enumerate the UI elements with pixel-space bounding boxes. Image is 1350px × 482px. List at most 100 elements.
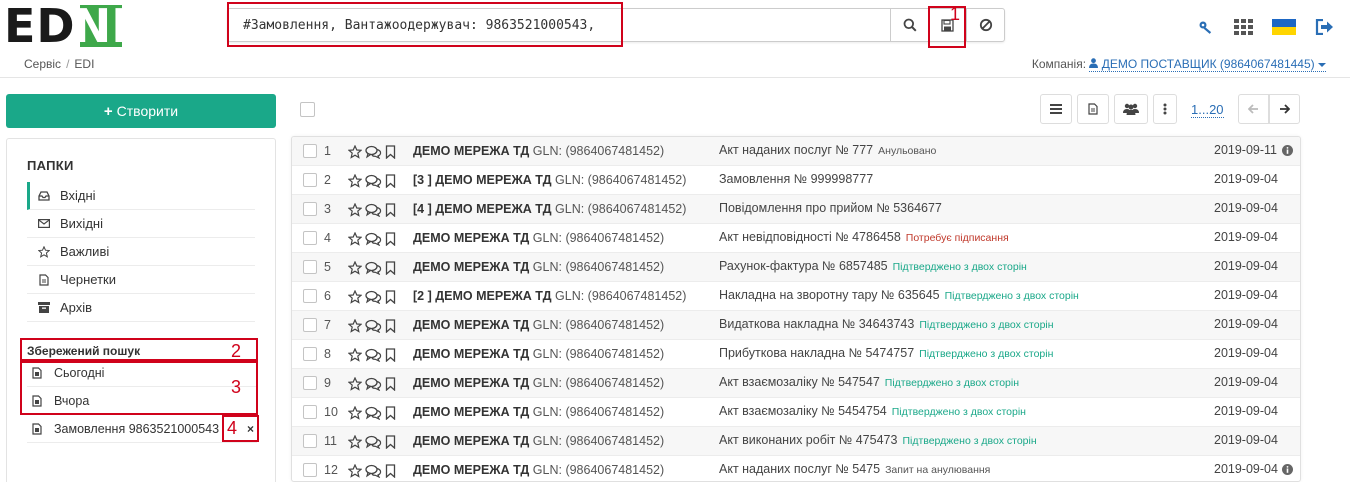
comments-icon[interactable] <box>365 406 382 420</box>
row-counterparty[interactable]: [3 ] ДЕМО МЕРЕЖА ТД GLN: (9864067481452) <box>413 173 686 187</box>
bookmark-icon[interactable] <box>385 289 396 304</box>
folder-archive[interactable]: Архів <box>27 294 255 322</box>
comments-icon[interactable] <box>365 290 382 304</box>
breadcrumb-item-service[interactable]: Сервіс <box>24 57 61 71</box>
document-view-button[interactable] <box>1077 94 1109 124</box>
folder-inbox[interactable]: Вхідні <box>27 182 255 210</box>
row-document[interactable]: Замовлення № 999998777 <box>719 172 873 186</box>
bookmark-icon[interactable] <box>385 144 396 159</box>
star-icon[interactable] <box>348 144 362 159</box>
row-checkbox[interactable] <box>303 231 317 245</box>
star-icon[interactable] <box>348 376 362 391</box>
row-document[interactable]: Акт наданих послуг № 777 Анульовано <box>719 143 936 157</box>
row-document[interactable]: Акт взаємозаліку № 547547 Підтверджено з … <box>719 375 1019 389</box>
row-document[interactable]: Прибуткова накладна № 5474757 Підтверджен… <box>719 346 1053 360</box>
edin-logo[interactable]: ED NI <box>4 3 128 49</box>
group-view-button[interactable] <box>1114 94 1148 124</box>
key-icon[interactable] <box>1198 16 1214 38</box>
table-row[interactable]: 10 ДЕМО МЕРЕЖА ТД GLN: (9864067481452) Акт… <box>292 398 1300 427</box>
table-row[interactable]: 4 ДЕМО МЕРЕЖА ТД GLN: (9864067481452) Акт … <box>292 224 1300 253</box>
bookmark-icon[interactable] <box>385 260 396 275</box>
bookmark-icon[interactable] <box>385 405 396 420</box>
star-icon[interactable] <box>348 405 362 420</box>
row-document[interactable]: Рахунок-фактура № 6857485 Підтверджено з … <box>719 259 1027 273</box>
row-checkbox[interactable] <box>303 173 317 187</box>
star-icon[interactable] <box>348 318 362 333</box>
bookmark-icon[interactable] <box>385 463 396 478</box>
comments-icon[interactable] <box>365 145 382 159</box>
company-dropdown[interactable]: ДЕМО ПОСТАВЩИК (9864067481445) <box>1089 57 1326 72</box>
row-counterparty[interactable]: ДЕМО МЕРЕЖА ТД GLN: (9864067481452) <box>413 347 664 361</box>
star-icon[interactable] <box>348 202 362 217</box>
table-row[interactable]: 2 [3 ] ДЕМО МЕРЕЖА ТД GLN: (9864067481452… <box>292 166 1300 195</box>
next-page-button[interactable] <box>1269 94 1300 124</box>
row-checkbox[interactable] <box>303 463 317 477</box>
bookmark-icon[interactable] <box>385 376 396 391</box>
more-options-button[interactable] <box>1153 94 1177 124</box>
row-document[interactable]: Накладна на зворотну тару № 635645 Підтве… <box>719 288 1079 302</box>
comments-icon[interactable] <box>365 203 382 217</box>
row-document[interactable]: Повідомлення про прийом № 5364677 <box>719 201 942 215</box>
table-row[interactable]: 5 ДЕМО МЕРЕЖА ТД GLN: (9864067481452) Раху… <box>292 253 1300 282</box>
row-checkbox[interactable] <box>303 144 317 158</box>
table-row[interactable]: 3 [4 ] ДЕМО МЕРЕЖА ТД GLN: (9864067481452… <box>292 195 1300 224</box>
row-counterparty[interactable]: ДЕМО МЕРЕЖА ТД GLN: (9864067481452) <box>413 231 664 245</box>
row-counterparty[interactable]: ДЕМО МЕРЕЖА ТД GLN: (9864067481452) <box>413 463 664 477</box>
star-icon[interactable] <box>348 434 362 449</box>
row-checkbox[interactable] <box>303 347 317 361</box>
breadcrumb-item-edi[interactable]: EDI <box>74 57 94 71</box>
search-button[interactable] <box>890 9 928 41</box>
row-counterparty[interactable]: ДЕМО МЕРЕЖА ТД GLN: (9864067481452) <box>413 260 664 274</box>
comments-icon[interactable] <box>365 261 382 275</box>
table-row[interactable]: 12 ДЕМО МЕРЕЖА ТД GLN: (9864067481452) Акт… <box>292 456 1300 481</box>
row-checkbox[interactable] <box>303 289 317 303</box>
row-document[interactable]: Акт взаємозаліку № 5454754 Підтверджено з… <box>719 404 1026 418</box>
folder-drafts[interactable]: Чернетки <box>27 266 255 294</box>
ukraine-flag-icon[interactable] <box>1272 16 1296 38</box>
logout-icon[interactable] <box>1315 16 1334 38</box>
apps-grid-icon[interactable] <box>1234 16 1254 38</box>
row-counterparty[interactable]: ДЕМО МЕРЕЖА ТД GLN: (9864067481452) <box>413 434 664 448</box>
info-icon[interactable] <box>1282 464 1293 475</box>
row-counterparty[interactable]: [2 ] ДЕМО МЕРЕЖА ТД GLN: (9864067481452) <box>413 289 686 303</box>
comments-icon[interactable] <box>365 435 382 449</box>
comments-icon[interactable] <box>365 464 382 478</box>
star-icon[interactable] <box>348 173 362 188</box>
row-counterparty[interactable]: [4 ] ДЕМО МЕРЕЖА ТД GLN: (9864067481452) <box>413 202 686 216</box>
row-counterparty[interactable]: ДЕМО МЕРЕЖА ТД GLN: (9864067481452) <box>413 144 664 158</box>
row-info[interactable] <box>1282 145 1293 159</box>
row-counterparty[interactable]: ДЕМО МЕРЕЖА ТД GLN: (9864067481452) <box>413 405 664 419</box>
row-document[interactable]: Акт виконаних робіт № 475473 Підтверджено… <box>719 433 1037 447</box>
bookmark-icon[interactable] <box>385 173 396 188</box>
comments-icon[interactable] <box>365 232 382 246</box>
row-document[interactable]: Акт невідповідності № 4786458 Потребує пі… <box>719 230 1009 244</box>
list-view-button[interactable] <box>1040 94 1072 124</box>
comments-icon[interactable] <box>365 348 382 362</box>
table-row[interactable]: 9 ДЕМО МЕРЕЖА ТД GLN: (9864067481452) Акт … <box>292 369 1300 398</box>
create-button[interactable]: + Створити <box>6 94 276 128</box>
row-document[interactable]: Видаткова накладна № 34643743 Підтверджен… <box>719 317 1054 331</box>
bookmark-icon[interactable] <box>385 231 396 246</box>
star-icon[interactable] <box>348 347 362 362</box>
bookmark-icon[interactable] <box>385 347 396 362</box>
star-icon[interactable] <box>348 289 362 304</box>
row-checkbox[interactable] <box>303 376 317 390</box>
table-row[interactable]: 7 ДЕМО МЕРЕЖА ТД GLN: (9864067481452) Вида… <box>292 311 1300 340</box>
table-row[interactable]: 11 ДЕМО МЕРЕЖА ТД GLN: (9864067481452) Акт… <box>292 427 1300 456</box>
row-checkbox[interactable] <box>303 318 317 332</box>
table-row[interactable]: 6 [2 ] ДЕМО МЕРЕЖА ТД GLN: (9864067481452… <box>292 282 1300 311</box>
star-icon[interactable] <box>348 231 362 246</box>
clear-search-button[interactable] <box>966 9 1004 41</box>
comments-icon[interactable] <box>365 319 382 333</box>
row-checkbox[interactable] <box>303 405 317 419</box>
row-document[interactable]: Акт наданих послуг № 5475 Запит на анулюв… <box>719 462 990 476</box>
comments-icon[interactable] <box>365 174 382 188</box>
row-checkbox[interactable] <box>303 202 317 216</box>
folder-important[interactable]: Важливі <box>27 238 255 266</box>
bookmark-icon[interactable] <box>385 202 396 217</box>
row-info[interactable] <box>1282 464 1293 478</box>
table-row[interactable]: 8 ДЕМО МЕРЕЖА ТД GLN: (9864067481452) Приб… <box>292 340 1300 369</box>
comments-icon[interactable] <box>365 377 382 391</box>
row-counterparty[interactable]: ДЕМО МЕРЕЖА ТД GLN: (9864067481452) <box>413 376 664 390</box>
star-icon[interactable] <box>348 463 362 478</box>
